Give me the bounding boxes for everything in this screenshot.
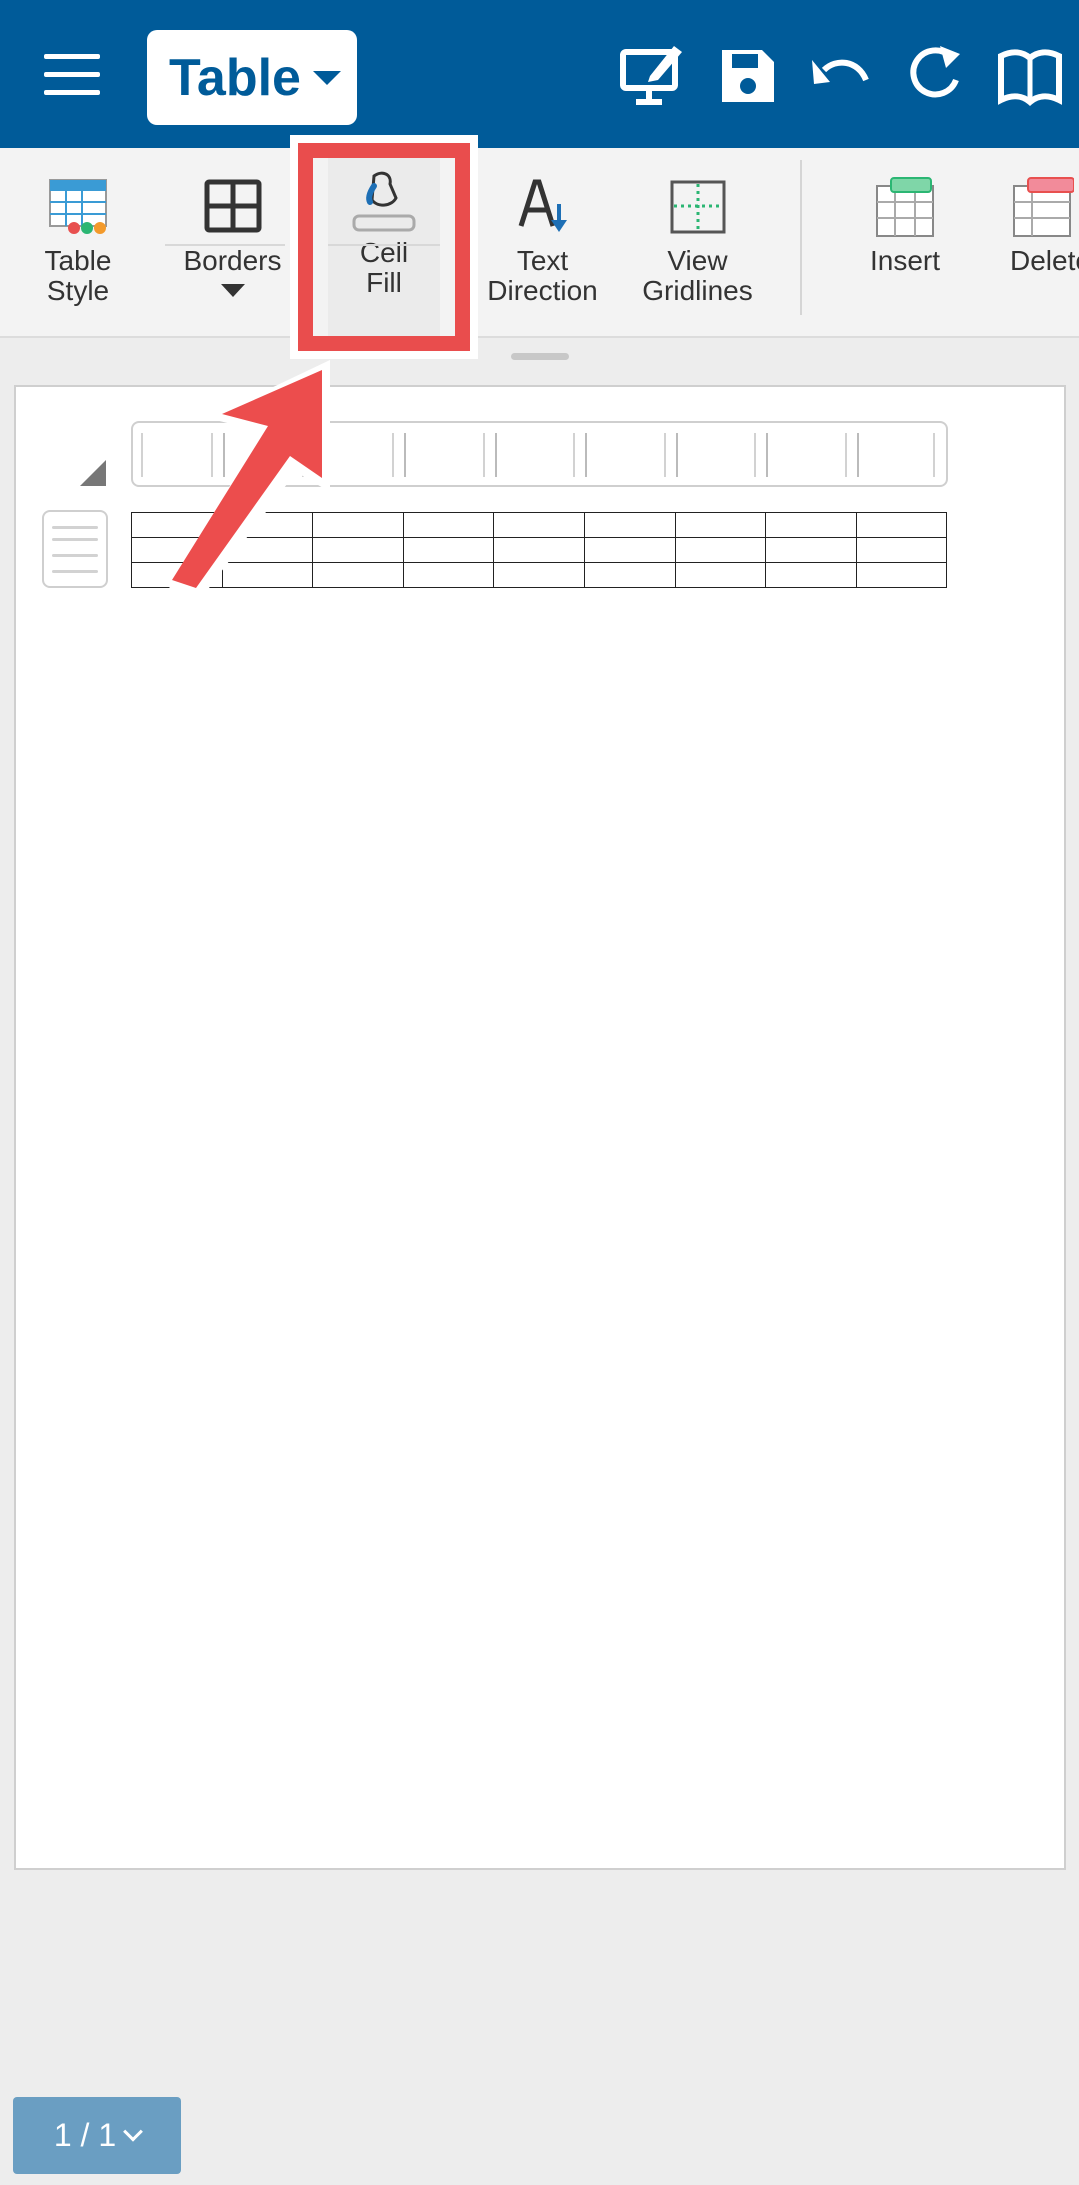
table-row[interactable] (131, 562, 948, 588)
view-gridlines-icon (670, 180, 725, 234)
table-style-button[interactable]: Table Style (28, 148, 128, 338)
table-cell[interactable] (493, 512, 585, 538)
cell-fill-highlight-box (290, 135, 478, 359)
borders-icon (204, 179, 261, 233)
table-row[interactable] (131, 537, 948, 563)
table-cell[interactable] (131, 512, 223, 538)
table-cell[interactable] (131, 537, 223, 563)
table-cell[interactable] (221, 512, 314, 538)
delete-row-icon (1013, 177, 1074, 237)
page-indicator-label: 1 / 1 (53, 2117, 117, 2153)
view-gridlines-label: View Gridlines (642, 245, 753, 306)
borders-button[interactable]: Borders (175, 148, 290, 338)
text-direction-icon (518, 179, 567, 232)
table-cell[interactable] (583, 562, 676, 588)
insert-label: Insert (869, 245, 941, 276)
read-mode-icon[interactable] (995, 40, 1065, 110)
table-cell[interactable] (855, 537, 948, 563)
table-cell[interactable] (855, 512, 948, 538)
table-cell[interactable] (674, 562, 767, 588)
delete-label: Delete (1010, 245, 1079, 276)
delete-button[interactable]: Delete (1010, 148, 1079, 338)
select-table-corner[interactable] (80, 460, 106, 486)
table-cell[interactable] (131, 562, 223, 588)
mode-selector-button[interactable]: Table (147, 30, 357, 125)
table-cell[interactable] (402, 537, 495, 563)
chevron-down-icon (220, 284, 245, 297)
document-page[interactable] (14, 385, 1066, 1870)
page-indicator-button[interactable]: 1 / 1 (13, 2097, 181, 2174)
divider (165, 244, 285, 246)
table-cell[interactable] (221, 537, 314, 563)
view-gridlines-button[interactable]: View Gridlines (635, 148, 760, 338)
table-cell[interactable] (765, 537, 857, 563)
table-cell[interactable] (312, 562, 404, 588)
table-style-label: Table Style (44, 245, 112, 306)
table-style-icon (49, 179, 107, 234)
table-cell[interactable] (765, 512, 857, 538)
table-cell[interactable] (855, 562, 948, 588)
table-cell[interactable] (674, 537, 767, 563)
save-icon[interactable] (712, 40, 782, 110)
row-ruler[interactable] (42, 510, 108, 588)
document-table[interactable] (131, 512, 948, 588)
table-cell[interactable] (402, 512, 495, 538)
text-direction-button[interactable]: Text Direction (480, 148, 605, 338)
text-direction-label: Text Direction (487, 245, 598, 306)
mode-label: Table (169, 48, 301, 107)
table-cell[interactable] (312, 537, 404, 563)
chevron-down-icon (123, 2121, 144, 2142)
insert-button[interactable]: Insert (855, 148, 955, 338)
table-cell[interactable] (221, 562, 314, 588)
table-row[interactable] (131, 512, 948, 538)
ribbon-separator (800, 160, 802, 315)
insert-row-icon (876, 177, 934, 237)
table-cell[interactable] (402, 562, 495, 588)
borders-label: Borders (183, 245, 282, 276)
menu-icon[interactable] (44, 52, 100, 98)
chevron-down-icon (312, 70, 341, 85)
table-cell[interactable] (765, 562, 857, 588)
table-cell[interactable] (493, 562, 585, 588)
table-cell[interactable] (674, 512, 767, 538)
app-root: Table Table Style Borders Cell Fill Text… (0, 0, 1079, 2185)
undo-icon[interactable] (806, 40, 876, 110)
table-cell[interactable] (312, 512, 404, 538)
ribbon-drag-handle[interactable] (511, 353, 569, 360)
table-ribbon-toolbar: Table Style Borders Cell Fill Text Direc… (0, 148, 1079, 338)
presentation-edit-icon[interactable] (618, 40, 688, 110)
table-cell[interactable] (583, 537, 676, 563)
column-ruler[interactable] (131, 421, 948, 487)
redo-icon[interactable] (900, 40, 970, 110)
table-cell[interactable] (583, 512, 676, 538)
top-app-bar: Table (0, 0, 1079, 148)
table-cell[interactable] (493, 537, 585, 563)
